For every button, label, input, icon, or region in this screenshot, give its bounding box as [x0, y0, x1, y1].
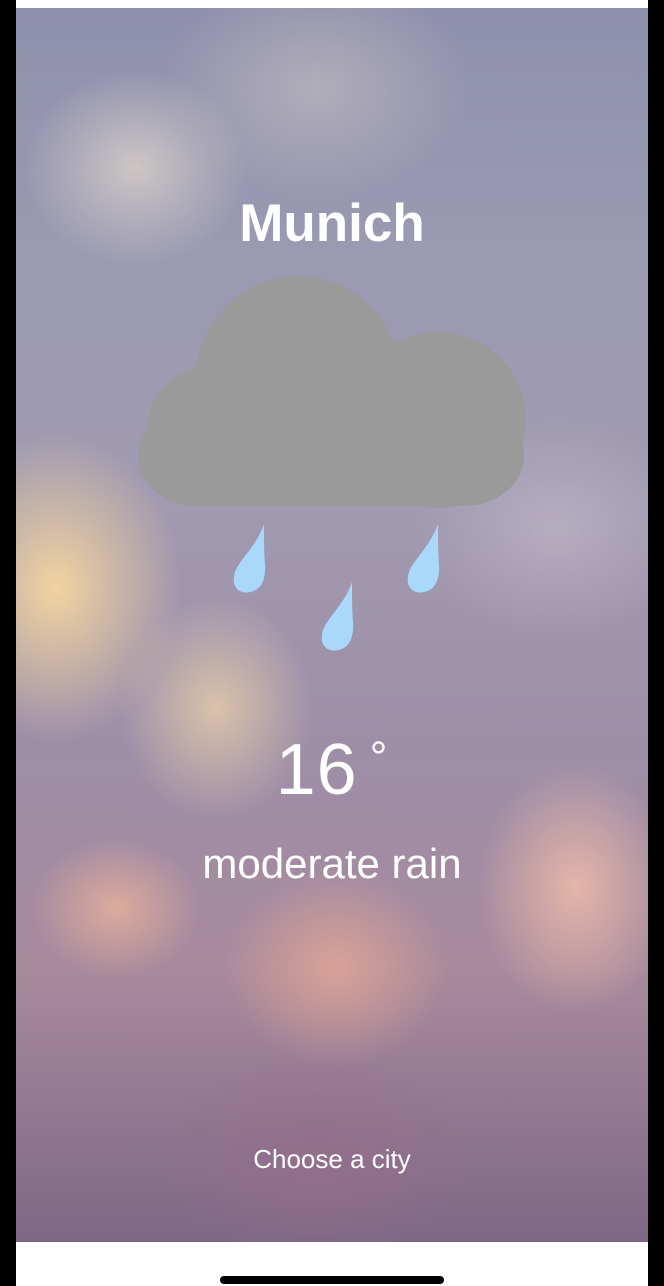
- home-indicator[interactable]: [220, 1276, 444, 1284]
- weather-screen: Munich 16 ° moderate rain Choose a city: [16, 8, 648, 1242]
- device-frame: Munich 16 ° moderate rain Choose a city: [0, 0, 664, 1286]
- weather-description: moderate rain: [202, 840, 462, 887]
- raindrop-right: [407, 524, 440, 593]
- status-bar-strip: [16, 0, 648, 8]
- temperature-display: 16 °: [16, 718, 648, 810]
- choose-city-button[interactable]: Choose a city: [232, 1142, 432, 1176]
- cloud-shape: [138, 276, 526, 508]
- raindrop-left: [233, 524, 266, 593]
- cloud-rain-icon: [138, 276, 526, 651]
- raindrop-middle: [321, 582, 354, 651]
- degree-symbol: °: [369, 733, 389, 782]
- city-name: Munich: [239, 194, 425, 253]
- temperature-value: 16: [275, 730, 358, 810]
